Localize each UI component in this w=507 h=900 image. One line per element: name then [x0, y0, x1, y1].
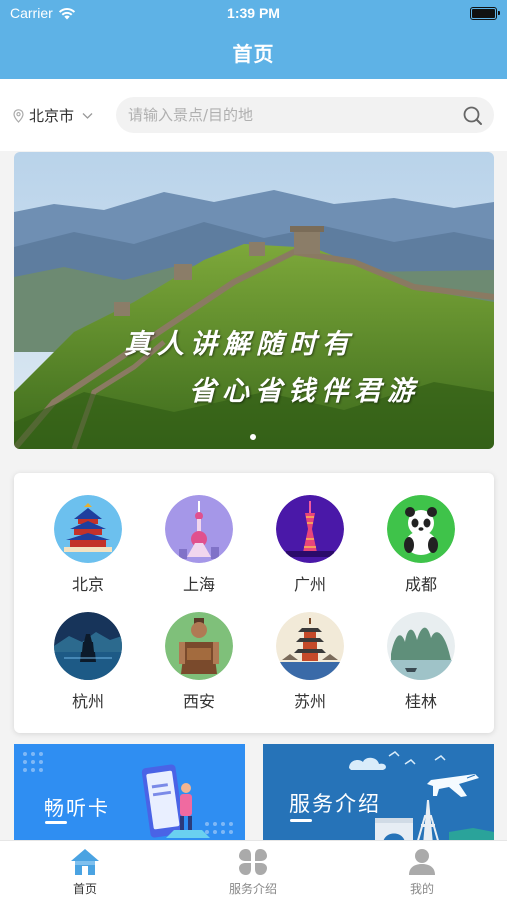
banner-carousel[interactable]: 真人讲解随时有 省心省钱伴君游: [14, 152, 494, 449]
tab-me[interactable]: 我的: [362, 847, 482, 897]
karst-mountains-icon: [387, 612, 455, 680]
terracotta-warrior-icon: [165, 612, 233, 680]
listening-card-promo[interactable]: 畅听卡: [14, 744, 245, 844]
promo-underline: [290, 819, 312, 822]
city-item-beijing[interactable]: 北京: [43, 495, 133, 595]
promo-underline: [45, 821, 67, 824]
city-item-guangzhou[interactable]: 广州: [265, 495, 355, 595]
city-name: 西安: [182, 692, 215, 711]
city-grid-card: 北京 上海 广州 成都 杭州 西安 苏州 桂林: [14, 473, 494, 733]
city-label: 北京市: [29, 107, 75, 125]
suzhou-pagoda-icon: [276, 612, 344, 680]
west-lake-pagoda-icon: [54, 612, 122, 680]
search-input[interactable]: [128, 97, 448, 133]
promo-title: 服务介绍: [289, 792, 381, 816]
status-bar: Carrier 1:39 PM: [0, 0, 507, 28]
tab-service-intro[interactable]: 服务介绍: [193, 847, 313, 897]
clock: 1:39 PM: [227, 5, 280, 21]
city-item-suzhou[interactable]: 苏州: [265, 612, 355, 712]
panda-icon: [387, 495, 455, 563]
city-name: 杭州: [71, 692, 104, 711]
city-name: 广州: [293, 575, 326, 594]
city-name: 北京: [71, 575, 104, 594]
person-icon: [409, 849, 435, 875]
city-item-shanghai[interactable]: 上海: [154, 495, 244, 595]
banner-slogan-line1: 真人讲解随时有: [124, 329, 355, 360]
city-item-guilin[interactable]: 桂林: [376, 612, 466, 712]
tab-label: 服务介绍: [228, 882, 277, 896]
carousel-page-indicator: [250, 434, 256, 440]
search-box: [116, 97, 494, 133]
promo-title: 畅听卡: [44, 796, 110, 820]
bottom-tab-bar: 首页 服务介绍 我的: [0, 840, 507, 900]
home-icon: [71, 849, 99, 875]
city-item-xian[interactable]: 西安: [154, 612, 244, 712]
chevron-down-icon: [82, 112, 93, 119]
grid-icon: [239, 849, 267, 875]
tab-home[interactable]: 首页: [25, 847, 145, 897]
header-bar: Carrier 1:39 PM 首页: [0, 0, 507, 79]
banner-slogan-line2: 省心省钱伴君游: [189, 376, 420, 407]
city-item-chengdu[interactable]: 成都: [376, 495, 466, 595]
tab-label: 我的: [409, 882, 434, 896]
city-name: 桂林: [404, 692, 437, 711]
city-name: 上海: [182, 575, 215, 594]
city-selector[interactable]: 北京市: [13, 105, 93, 126]
city-name: 成都: [404, 575, 437, 594]
canton-tower-icon: [276, 495, 344, 563]
city-name: 苏州: [293, 692, 326, 711]
oriental-pearl-tower-icon: [165, 495, 233, 563]
battery-icon: [470, 7, 500, 20]
page-title: 首页: [232, 42, 275, 66]
temple-of-heaven-icon: [54, 495, 122, 563]
service-intro-promo[interactable]: 服务介绍: [263, 744, 494, 844]
city-item-hangzhou[interactable]: 杭州: [43, 612, 133, 712]
search-row: 北京市: [0, 79, 507, 151]
location-pin-icon: [13, 108, 24, 123]
tab-label: 首页: [72, 882, 97, 896]
search-icon[interactable]: [462, 105, 484, 127]
